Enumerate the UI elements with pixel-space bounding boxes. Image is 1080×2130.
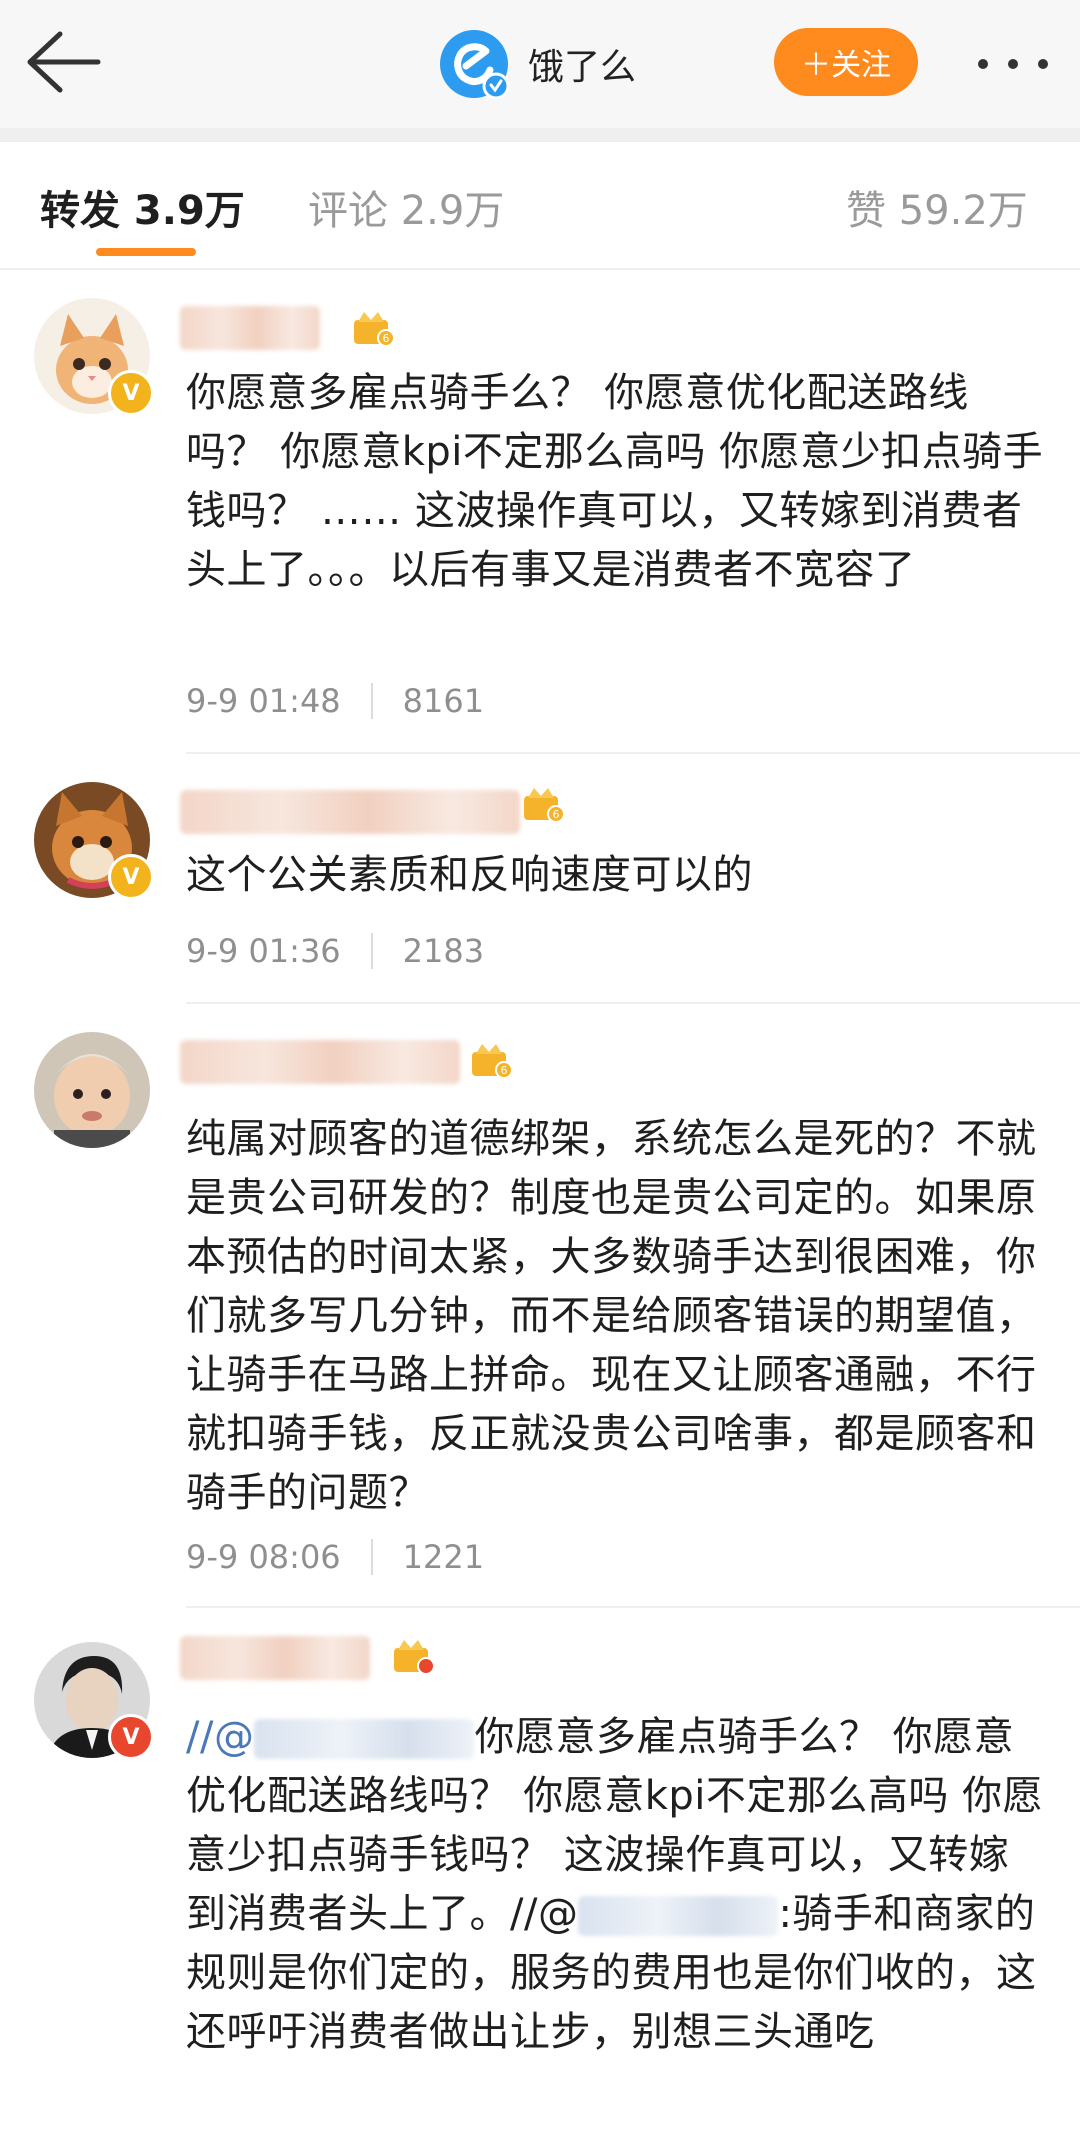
section-divider (0, 128, 1080, 142)
eleme-logo-icon (438, 28, 510, 100)
comment-text: //@ 你愿意多雇点骑手么？ 你愿意优化配送路线吗？ 你愿意kpi不定那么高吗 你… (186, 1708, 1046, 2062)
mention-redacted[interactable] (578, 1896, 779, 1936)
like-count[interactable]: 2183 (403, 932, 484, 970)
mention-redacted[interactable] (254, 1719, 475, 1759)
comment-meta: 9-9 08:06 1221 (186, 1538, 484, 1576)
account-name: 饿了么 (528, 47, 637, 88)
follow-button[interactable]: ＋关注 (774, 28, 918, 96)
comment-text: 这个公关素质和反响速度可以的 (186, 852, 753, 898)
back-arrow-icon[interactable] (24, 30, 104, 94)
comment-text: 你愿意多雇点骑手么？ 你愿意优化配送路线吗？ 你愿意kpi不定那么高吗 你愿意少… (186, 370, 1044, 593)
avatar[interactable]: V (34, 782, 154, 900)
comment-time: 9-9 08:06 (186, 1538, 341, 1576)
comment-text: 纯属对顾客的道德绑架，系统怎么是死的？不就是贵公司研发的？制度也是贵公司定的。如… (186, 1116, 1037, 1516)
verified-badge-icon: V (108, 854, 154, 900)
tab-likes[interactable]: 赞 59.2万 (846, 178, 1028, 236)
comment-time: 9-9 01:36 (186, 932, 341, 970)
username-redacted[interactable] (180, 1040, 460, 1084)
verified-badge-icon: V (108, 370, 154, 416)
svg-text:6: 6 (383, 332, 390, 345)
account-header[interactable]: 饿了么 (438, 28, 636, 100)
avatar[interactable]: V (34, 1642, 154, 1760)
tab-bar: 转发 3.9万 评论 2.9万 赞 59.2万 (0, 142, 1080, 270)
top-bar: 饿了么 ＋关注 (0, 0, 1080, 128)
vip-crown-icon: 6 (470, 1040, 514, 1080)
divider (186, 752, 1080, 754)
svg-text:6: 6 (501, 1064, 508, 1077)
like-count[interactable]: 8161 (403, 682, 484, 720)
comment-time: 9-9 01:48 (186, 682, 341, 720)
username-redacted[interactable] (180, 790, 520, 834)
username-redacted[interactable] (180, 306, 320, 350)
vip-crown-icon (392, 1636, 436, 1676)
divider (186, 1606, 1080, 1608)
like-count[interactable]: 1221 (403, 1538, 484, 1576)
svg-text:6: 6 (553, 808, 560, 821)
tab-reposts[interactable]: 转发 3.9万 (40, 178, 245, 236)
active-tab-indicator (96, 248, 196, 256)
more-options-icon[interactable] (978, 44, 1048, 84)
avatar[interactable] (34, 1032, 150, 1148)
username-redacted[interactable] (180, 1636, 370, 1680)
tab-comments[interactable]: 评论 2.9万 (308, 178, 504, 236)
divider (186, 1002, 1080, 1004)
comment-meta: 9-9 01:36 2183 (186, 932, 484, 970)
vip-crown-icon: 6 (522, 784, 566, 824)
comment-meta: 9-9 01:48 8161 (186, 682, 484, 720)
verified-badge-icon: V (108, 1714, 154, 1760)
avatar[interactable]: V (34, 298, 154, 416)
mention-link[interactable]: //@ (186, 1714, 254, 1760)
vip-crown-icon: 6 (352, 308, 396, 348)
